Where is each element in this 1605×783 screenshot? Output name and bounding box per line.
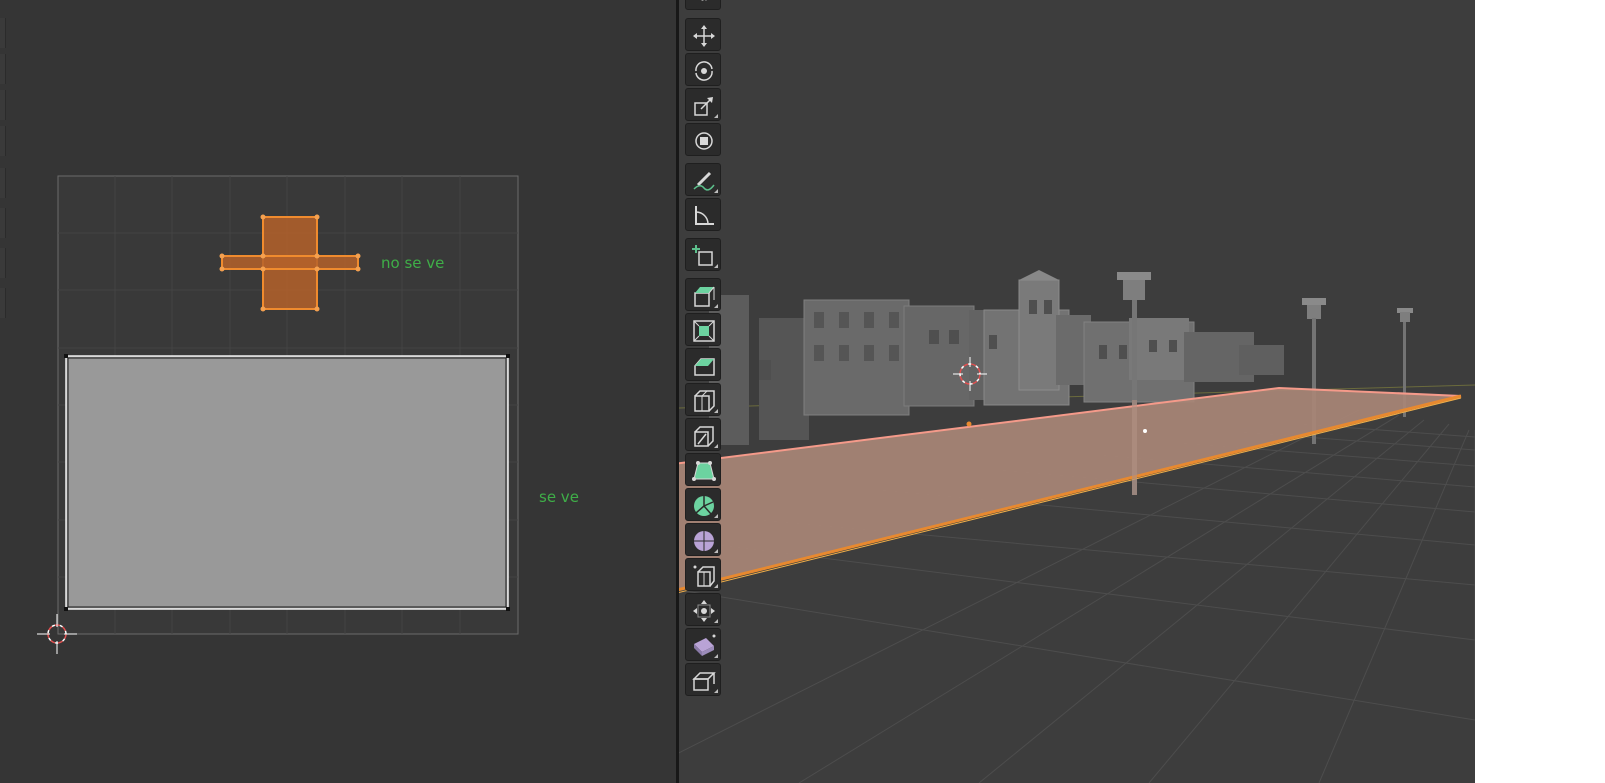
spin-tool[interactable] bbox=[685, 488, 721, 521]
annotate-icon bbox=[693, 171, 715, 191]
bevel-icon bbox=[694, 358, 715, 376]
knife-tool[interactable] bbox=[685, 418, 721, 451]
viewport-scene[interactable] bbox=[679, 0, 1475, 783]
transform-icon bbox=[695, 132, 713, 150]
poly-build-icon bbox=[692, 461, 716, 481]
loop-cut-tool[interactable] bbox=[685, 383, 721, 416]
measure-icon bbox=[695, 206, 714, 225]
inset-faces-tool[interactable] bbox=[685, 313, 721, 346]
spin-icon bbox=[694, 496, 714, 516]
annotate-tool[interactable] bbox=[685, 163, 721, 196]
extrude-region-tool[interactable] bbox=[685, 278, 721, 311]
shrink-fatten-tool[interactable] bbox=[685, 593, 721, 626]
smooth-tool[interactable] bbox=[685, 523, 721, 556]
scale-tool[interactable] bbox=[685, 88, 721, 121]
transform-tool[interactable] bbox=[685, 123, 721, 156]
uv-canvas[interactable] bbox=[0, 0, 678, 783]
annotation-not-visible: no se ve bbox=[381, 254, 445, 272]
rip-region-icon bbox=[692, 672, 716, 691]
uv-island-plane[interactable] bbox=[64, 354, 510, 611]
rotate-icon bbox=[695, 61, 713, 81]
shrink-fatten-icon bbox=[693, 600, 715, 622]
add-cube-icon bbox=[692, 245, 713, 266]
uv-editor[interactable]: no se ve se ve bbox=[0, 0, 678, 783]
shear-tool[interactable] bbox=[685, 628, 721, 661]
tool-shelf bbox=[685, 0, 723, 700]
loop-cut-icon bbox=[694, 390, 715, 412]
3d-viewport[interactable] bbox=[679, 0, 1475, 783]
annotation-visible: se ve bbox=[539, 488, 579, 506]
add-cube-tool[interactable] bbox=[685, 238, 721, 271]
rip-region-tool[interactable] bbox=[685, 663, 721, 696]
bevel-tool[interactable] bbox=[685, 348, 721, 381]
select-tool[interactable] bbox=[685, 0, 721, 10]
knife-icon bbox=[694, 426, 714, 447]
smooth-icon bbox=[694, 531, 714, 551]
poly-build-tool[interactable] bbox=[685, 453, 721, 486]
blank-area bbox=[1475, 0, 1605, 783]
shear-icon bbox=[694, 634, 716, 656]
select-circle-icon bbox=[700, 0, 708, 1]
edge-slide-icon bbox=[693, 565, 715, 587]
extrude-region-icon bbox=[694, 286, 715, 307]
measure-tool[interactable] bbox=[685, 198, 721, 231]
scale-icon bbox=[694, 97, 713, 116]
edge-slide-tool[interactable] bbox=[685, 558, 721, 591]
move-tool[interactable] bbox=[685, 18, 721, 51]
inset-faces-icon bbox=[693, 320, 715, 342]
rotate-tool[interactable] bbox=[685, 53, 721, 86]
move-icon bbox=[693, 25, 715, 47]
